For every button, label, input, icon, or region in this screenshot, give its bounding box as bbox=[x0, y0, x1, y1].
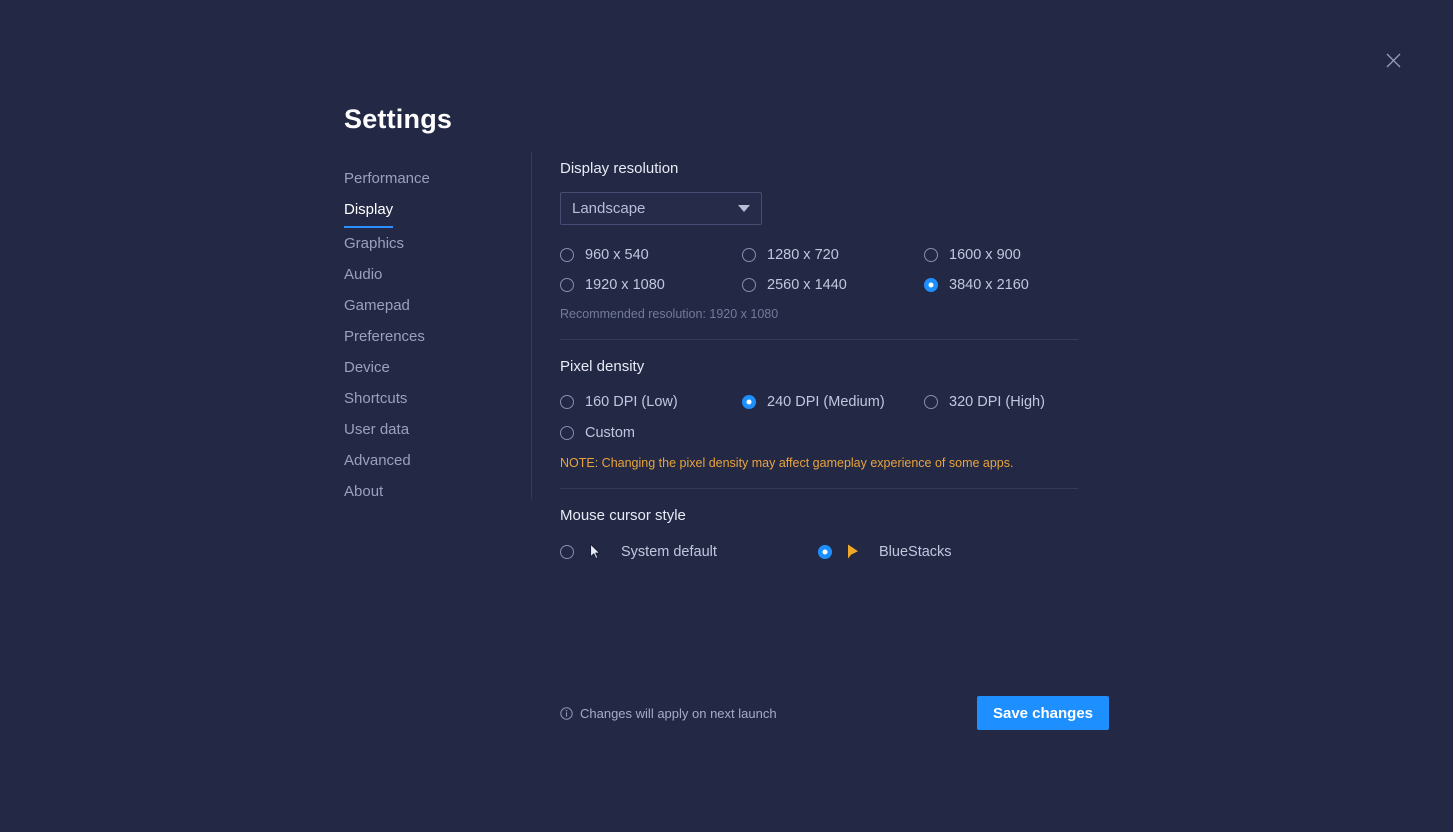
settings-sidebar: Performance Display Graphics Audio Gamep… bbox=[344, 163, 514, 507]
pixel-density-options: 160 DPI (Low) 240 DPI (Medium) 320 DPI (… bbox=[560, 391, 1080, 444]
pixel-density-section: Pixel density 160 DPI (Low) 240 DPI (Med… bbox=[560, 340, 1080, 470]
resolution-option-2560x1440[interactable]: 2560 x 1440 bbox=[742, 274, 924, 296]
pixel-density-note: NOTE: Changing the pixel density may aff… bbox=[560, 456, 1014, 470]
density-label: 240 DPI (Medium) bbox=[767, 394, 885, 410]
sidebar-item-performance[interactable]: Performance bbox=[344, 163, 430, 194]
info-icon bbox=[560, 706, 573, 720]
sidebar-item-display[interactable]: Display bbox=[344, 194, 394, 228]
display-resolution-section: Display resolution Landscape 960 x 540 1… bbox=[560, 160, 1080, 321]
density-label: Custom bbox=[585, 425, 635, 441]
sidebar-item-gamepad[interactable]: Gamepad bbox=[344, 290, 410, 321]
cursor-option-system-default[interactable]: System default bbox=[560, 543, 818, 560]
settings-footer: Changes will apply on next launch Save c… bbox=[560, 696, 1109, 730]
orientation-dropdown[interactable]: Landscape bbox=[560, 192, 762, 225]
radio-indicator-selected bbox=[742, 395, 756, 409]
system-cursor-icon bbox=[585, 543, 605, 560]
radio-indicator bbox=[742, 278, 756, 292]
page-title: Settings bbox=[344, 104, 453, 134]
chevron-down-icon bbox=[738, 205, 750, 212]
mouse-cursor-options: System default BlueStacks bbox=[560, 543, 1080, 560]
display-resolution-title: Display resolution bbox=[560, 160, 679, 177]
resolution-label: 1920 x 1080 bbox=[585, 277, 665, 293]
sidebar-item-about[interactable]: About bbox=[344, 476, 383, 507]
bluestacks-cursor-icon bbox=[843, 543, 863, 560]
cursor-label: BlueStacks bbox=[879, 543, 952, 560]
resolution-option-1280x720[interactable]: 1280 x 720 bbox=[742, 244, 924, 266]
radio-indicator bbox=[742, 248, 756, 262]
density-option-custom[interactable]: Custom bbox=[560, 422, 742, 444]
radio-indicator bbox=[560, 544, 574, 559]
density-label: 320 DPI (High) bbox=[949, 394, 1045, 410]
close-icon bbox=[1386, 53, 1401, 68]
radio-indicator bbox=[924, 248, 938, 262]
density-option-240dpi[interactable]: 240 DPI (Medium) bbox=[742, 391, 924, 413]
resolution-option-960x540[interactable]: 960 x 540 bbox=[560, 244, 742, 266]
sidebar-item-advanced[interactable]: Advanced bbox=[344, 445, 411, 476]
apply-on-launch-note: Changes will apply on next launch bbox=[560, 706, 777, 721]
mouse-cursor-section: Mouse cursor style System default BlueSt… bbox=[560, 489, 1080, 560]
sidebar-item-user-data[interactable]: User data bbox=[344, 414, 409, 445]
resolution-label: 1600 x 900 bbox=[949, 247, 1021, 263]
sidebar-item-graphics[interactable]: Graphics bbox=[344, 228, 404, 259]
radio-indicator bbox=[560, 426, 574, 440]
radio-indicator bbox=[560, 248, 574, 262]
radio-indicator bbox=[560, 278, 574, 292]
resolution-option-3840x2160[interactable]: 3840 x 2160 bbox=[924, 274, 1106, 296]
resolution-options: 960 x 540 1280 x 720 1600 x 900 1920 x 1… bbox=[560, 244, 1080, 296]
radio-indicator bbox=[560, 395, 574, 409]
resolution-option-1600x900[interactable]: 1600 x 900 bbox=[924, 244, 1106, 266]
sidebar-divider bbox=[531, 152, 532, 499]
pixel-density-title: Pixel density bbox=[560, 358, 645, 375]
resolution-label: 2560 x 1440 bbox=[767, 277, 847, 293]
sidebar-item-audio[interactable]: Audio bbox=[344, 259, 382, 290]
density-label: 160 DPI (Low) bbox=[585, 394, 678, 410]
cursor-option-bluestacks[interactable]: BlueStacks bbox=[818, 543, 952, 560]
settings-content: Display resolution Landscape 960 x 540 1… bbox=[560, 160, 1080, 560]
resolution-label: 960 x 540 bbox=[585, 247, 649, 263]
resolution-label: 3840 x 2160 bbox=[949, 277, 1029, 293]
radio-indicator-selected bbox=[818, 544, 832, 559]
radio-indicator bbox=[924, 395, 938, 409]
orientation-dropdown-value: Landscape bbox=[572, 200, 646, 217]
resolution-label: 1280 x 720 bbox=[767, 247, 839, 263]
density-option-320dpi[interactable]: 320 DPI (High) bbox=[924, 391, 1106, 413]
resolution-option-1920x1080[interactable]: 1920 x 1080 bbox=[560, 274, 742, 296]
cursor-label: System default bbox=[621, 543, 717, 560]
radio-indicator-selected bbox=[924, 278, 938, 292]
recommended-resolution-hint: Recommended resolution: 1920 x 1080 bbox=[560, 307, 779, 321]
close-window-button[interactable] bbox=[1378, 45, 1408, 75]
sidebar-item-preferences[interactable]: Preferences bbox=[344, 321, 425, 352]
footer-status-text: Changes will apply on next launch bbox=[580, 705, 777, 721]
density-option-160dpi[interactable]: 160 DPI (Low) bbox=[560, 391, 742, 413]
sidebar-item-shortcuts[interactable]: Shortcuts bbox=[344, 383, 407, 414]
save-changes-button[interactable]: Save changes bbox=[977, 696, 1109, 730]
sidebar-item-device[interactable]: Device bbox=[344, 352, 390, 383]
mouse-cursor-title: Mouse cursor style bbox=[560, 507, 686, 524]
